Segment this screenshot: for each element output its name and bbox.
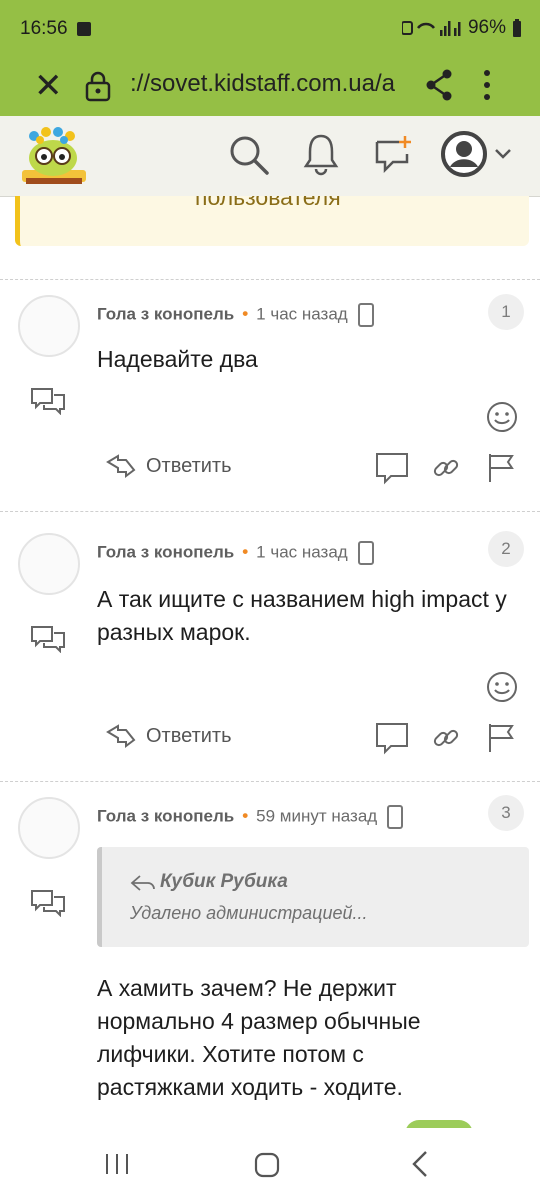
quote-reply-icon[interactable]	[30, 385, 66, 415]
dot-separator: •	[242, 304, 249, 324]
status-bar: 16:56 96%	[0, 0, 540, 58]
avatar[interactable]	[18, 533, 80, 595]
comment-text: А так ищите с названием high impact у ра…	[97, 586, 507, 645]
notice-box: пользователя	[15, 196, 529, 246]
comment-author[interactable]: Гола з конопель	[97, 542, 234, 561]
comment-time: 59 минут назад	[256, 806, 378, 826]
mobile-icon	[357, 541, 374, 565]
comment-header: Гола з конопель • 1 час назад	[97, 541, 374, 565]
lock-icon[interactable]	[84, 70, 112, 102]
home-icon[interactable]	[254, 1152, 280, 1178]
search-icon[interactable]	[228, 134, 270, 176]
bell-icon[interactable]	[302, 132, 340, 176]
comment-header: Гола з конопель • 1 час назад	[97, 303, 374, 327]
quote-reply-icon[interactable]	[30, 623, 66, 653]
reply-button[interactable]: Ответить	[106, 724, 232, 748]
new-message-icon[interactable]	[373, 134, 415, 174]
comment-header: Гола з конопель • 59 минут назад	[97, 805, 404, 829]
site-header	[0, 116, 540, 197]
battery-icon	[513, 19, 521, 37]
comment-text: Надевайте два	[97, 346, 258, 372]
notice-text: пользователя	[195, 196, 341, 210]
flag-icon[interactable]	[486, 722, 516, 754]
avatar[interactable]	[18, 295, 80, 357]
mobile-icon	[357, 303, 374, 327]
reply-arrow-icon	[130, 875, 155, 891]
quote-reply-icon[interactable]	[30, 887, 66, 917]
browser-toolbar: ✕ ://sovet.kidstaff.com.ua/a	[0, 58, 540, 116]
link-icon[interactable]	[432, 724, 460, 752]
comment-bubble-icon[interactable]	[375, 722, 409, 756]
comment-author[interactable]: Гола з конопель	[97, 806, 234, 825]
mobile-icon	[387, 805, 404, 829]
share-icon[interactable]	[425, 68, 455, 102]
close-icon[interactable]: ✕	[34, 66, 63, 106]
signal-icon	[401, 21, 461, 36]
reply-label: Ответить	[146, 724, 232, 747]
comment-author[interactable]: Гола з конопель	[97, 304, 234, 323]
user-menu-avatar[interactable]	[440, 130, 516, 178]
dot-separator: •	[242, 542, 249, 562]
flag-icon[interactable]	[486, 452, 516, 484]
more-menu-icon[interactable]	[482, 68, 492, 102]
divider	[0, 781, 540, 782]
avatar[interactable]	[18, 797, 80, 859]
comment-time: 1 час назад	[256, 542, 348, 562]
smile-icon[interactable]	[486, 671, 518, 703]
comment-text: А хамить зачем? Не держит нормально 4 ра…	[97, 975, 421, 1100]
smile-icon[interactable]	[486, 401, 518, 433]
comment-number[interactable]: 3	[488, 795, 524, 831]
reply-button[interactable]: Ответить	[106, 454, 232, 478]
system-nav-bar	[0, 1128, 540, 1200]
comment-bubble-icon[interactable]	[375, 452, 409, 486]
quote-block: Кубик Рубика Удалено администрацией...	[97, 847, 529, 947]
status-icons: 96%	[401, 17, 522, 39]
divider	[0, 279, 540, 280]
url-field[interactable]: ://sovet.kidstaff.com.ua/a	[130, 70, 405, 98]
quote-author[interactable]: Кубик Рубика	[160, 871, 288, 893]
status-time: 16:56	[20, 18, 68, 39]
battery-percent: 96%	[467, 17, 506, 38]
divider	[0, 511, 540, 512]
link-icon[interactable]	[432, 454, 460, 482]
comment-number[interactable]: 1	[488, 294, 524, 330]
reply-icon	[106, 724, 136, 748]
reply-icon	[106, 454, 136, 478]
back-icon[interactable]	[410, 1150, 430, 1178]
recent-apps-icon[interactable]	[104, 1152, 130, 1176]
notification-icon	[77, 22, 91, 36]
comment-time: 1 час назад	[256, 304, 348, 324]
comment-number[interactable]: 2	[488, 531, 524, 567]
site-logo[interactable]	[16, 122, 90, 192]
quote-text: Удалено администрацией...	[130, 903, 368, 923]
dot-separator: •	[242, 806, 249, 826]
reply-label: Ответить	[146, 454, 232, 477]
